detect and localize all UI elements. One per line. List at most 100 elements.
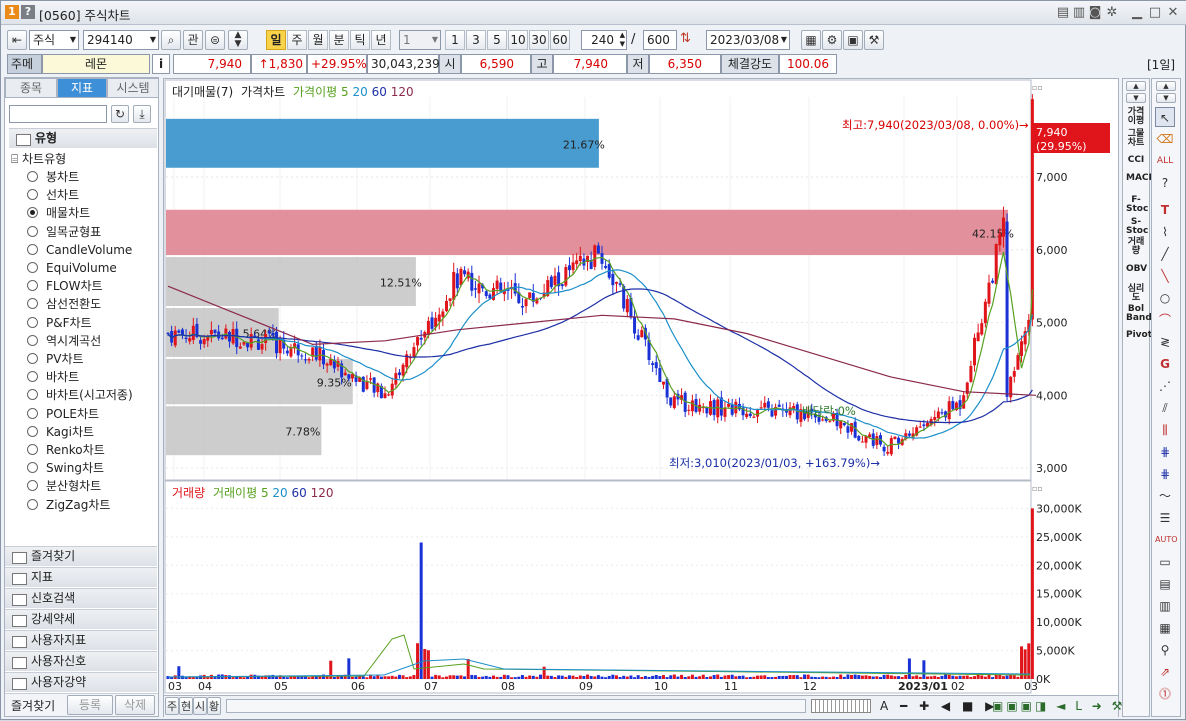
grid-tool-icon[interactable]: ⋕ — [1155, 442, 1175, 462]
auto-tool-icon[interactable]: AUTO — [1155, 530, 1178, 550]
ray-tool-icon[interactable]: ╲ — [1155, 266, 1175, 286]
spin-icon[interactable]: ▲ ▼ — [620, 31, 625, 49]
radio-button[interactable] — [27, 407, 38, 419]
quick-30-button[interactable]: 30 — [529, 30, 549, 50]
help-badge[interactable]: ? — [21, 5, 35, 19]
chart-type-option[interactable]: 삼선전환도 — [27, 295, 101, 313]
total-count-input[interactable]: 600 — [643, 30, 677, 50]
radio-button[interactable] — [27, 480, 38, 492]
zoom-slider[interactable] — [811, 699, 871, 713]
horizontal-scrollbar[interactable] — [226, 699, 806, 713]
strip-up-icon[interactable]: ▲ — [1126, 81, 1146, 91]
indicator-tool[interactable]: 그물차트 — [1126, 130, 1146, 148]
gear-icon[interactable]: ⚙ — [822, 30, 842, 50]
chart-type-option[interactable]: CandleVolume — [27, 241, 132, 259]
chart-type-option[interactable]: Renko차트 — [27, 441, 105, 459]
delete-button[interactable]: 삭제 — [115, 695, 155, 715]
radio-button[interactable] — [27, 189, 38, 201]
period-count-select[interactable]: 1 ▼ — [399, 30, 441, 50]
radio-button[interactable] — [27, 334, 38, 346]
chart-nav-icons[interactable]: A ━ ✚ ◀ ■ ▶ — [880, 699, 998, 713]
price-tool-icon[interactable]: ⇗ — [1155, 662, 1175, 682]
folder-item[interactable]: 강세약세 — [5, 609, 157, 629]
settings-icon[interactable]: ✲ — [1104, 5, 1120, 21]
chart-type-group[interactable]: ⌸ 차트유형 — [11, 150, 66, 167]
indicator-tool[interactable]: S-Stoc — [1126, 218, 1148, 236]
quick-3-button[interactable]: 3 — [466, 30, 486, 50]
period-year-button[interactable]: 년 — [371, 30, 391, 50]
radio-button[interactable] — [27, 207, 38, 219]
cursor-icon[interactable]: ↖ — [1155, 107, 1175, 127]
fan-tool-icon[interactable]: ⋰ — [1155, 376, 1175, 396]
radio-button[interactable] — [27, 243, 38, 255]
toolbar-down-icon[interactable]: ▼ — [1156, 93, 1176, 103]
radio-button[interactable] — [27, 262, 38, 273]
line-tool-icon[interactable]: ╱ — [1155, 244, 1175, 264]
close-icon[interactable]: ✕ — [1165, 5, 1181, 21]
indicator-tool[interactable]: CCI — [1126, 156, 1146, 165]
chart-type-option[interactable]: 바차트(시고저종) — [27, 386, 133, 404]
gwan-button[interactable]: 관 — [183, 30, 203, 50]
radio-button[interactable] — [27, 389, 38, 401]
tab-stocks[interactable]: 종목 — [5, 78, 57, 98]
strip-down-icon[interactable]: ▼ — [1126, 93, 1146, 103]
camera-icon[interactable]: ◙ — [1087, 5, 1103, 21]
tab-ju[interactable]: 주 — [165, 697, 179, 715]
chart-type-option[interactable]: 역시계곡선 — [27, 332, 101, 350]
group-icon[interactable]: ⊜ — [205, 30, 225, 50]
chart-type-option[interactable]: Kagi차트 — [27, 423, 94, 441]
save-icon[interactable]: ▣ — [843, 30, 863, 50]
radio-button[interactable] — [27, 171, 38, 182]
ruler-tool-icon[interactable]: ▦ — [1155, 618, 1175, 638]
indicator-tool[interactable]: Pivot — [1126, 331, 1152, 340]
folder-item[interactable]: 사용자강약 — [5, 672, 157, 692]
toolbar-up-icon[interactable]: ▲ — [1156, 81, 1176, 91]
refresh-icon[interactable]: ↻ — [111, 105, 129, 123]
fibo-tool-icon[interactable]: ☰ — [1155, 508, 1175, 528]
chart-type-option[interactable]: Swing차트 — [27, 459, 104, 477]
folder-item[interactable]: 즐겨찾기 — [5, 546, 157, 566]
first-icon[interactable]: ⇤ — [7, 30, 27, 50]
radio-button[interactable] — [27, 280, 38, 292]
window-number-badge[interactable]: 1 — [5, 5, 19, 19]
period-month-button[interactable]: 월 — [308, 30, 328, 50]
trend-tool-icon[interactable]: ⌇ — [1155, 222, 1175, 242]
zigzag-tool-icon[interactable]: ≷ — [1155, 332, 1175, 352]
period-minute-button[interactable]: 분 — [329, 30, 349, 50]
window-tool-icon[interactable]: ▭ — [1155, 552, 1175, 572]
help-tool-icon[interactable]: ? — [1155, 173, 1175, 193]
radio-button[interactable] — [27, 498, 38, 510]
chart-type-option[interactable]: ZigZag차트 — [27, 496, 110, 514]
memo-tool-icon[interactable]: ▤ — [1155, 574, 1175, 594]
indicator-search-input[interactable] — [9, 105, 107, 123]
chart-type-option[interactable]: 매물차트 — [27, 204, 90, 222]
stock-code-input[interactable]: 294140 ▼ — [83, 30, 159, 50]
market-select[interactable]: 주식 ▼ — [29, 30, 79, 50]
minimize-icon[interactable]: ▁ — [1129, 5, 1145, 21]
indicator-tool[interactable]: 심리도 — [1126, 285, 1146, 303]
grid2-tool-icon[interactable]: ⋕ — [1155, 464, 1175, 484]
eraser-icon[interactable]: ⌫ — [1155, 129, 1175, 149]
radio-button[interactable] — [27, 298, 38, 310]
chart-type-option[interactable]: FLOW차트 — [27, 277, 103, 295]
favorites-bottom-button[interactable]: 즐겨찾기 — [11, 697, 55, 714]
bars-tool-icon[interactable]: ⫼ — [1155, 420, 1175, 440]
folder-item[interactable]: 사용자지표 — [5, 630, 157, 650]
cycle-tool-icon[interactable]: ⌒ — [1155, 310, 1175, 330]
tab-hyun[interactable]: 현 — [179, 697, 193, 715]
layout-icon[interactable]: ▥ — [1071, 5, 1087, 21]
maximize-icon[interactable]: □ — [1147, 5, 1163, 21]
date-select[interactable]: 2023/03/08 ▼ — [706, 30, 790, 50]
chart-type-option[interactable]: P&F차트 — [27, 314, 92, 332]
chart-tool-icons[interactable]: ▣▣▣◨ ◄ L ➜ ⚒ — [992, 699, 1125, 713]
folder-item[interactable]: 사용자신호 — [5, 651, 157, 671]
memo-icon[interactable]: ▤ — [1055, 5, 1071, 21]
chart-type-option[interactable]: 일목균형표 — [27, 223, 101, 241]
view-count-input[interactable]: 240 ▲ ▼ — [581, 30, 627, 50]
chart-area[interactable]: 7,000 6,000 5,000 4,000 3,000 30,000K 25,000K 2… — [163, 78, 1122, 718]
price-volume-chart[interactable]: 7,000 6,000 5,000 4,000 3,000 30,000K 25,000K 2… — [164, 79, 1120, 718]
folder-item[interactable]: 지표 — [5, 567, 157, 587]
download-icon[interactable]: ⤓ — [133, 105, 151, 123]
indicator-tool[interactable]: MACD — [1126, 174, 1156, 183]
search-icon[interactable]: ⌕ — [161, 30, 181, 50]
